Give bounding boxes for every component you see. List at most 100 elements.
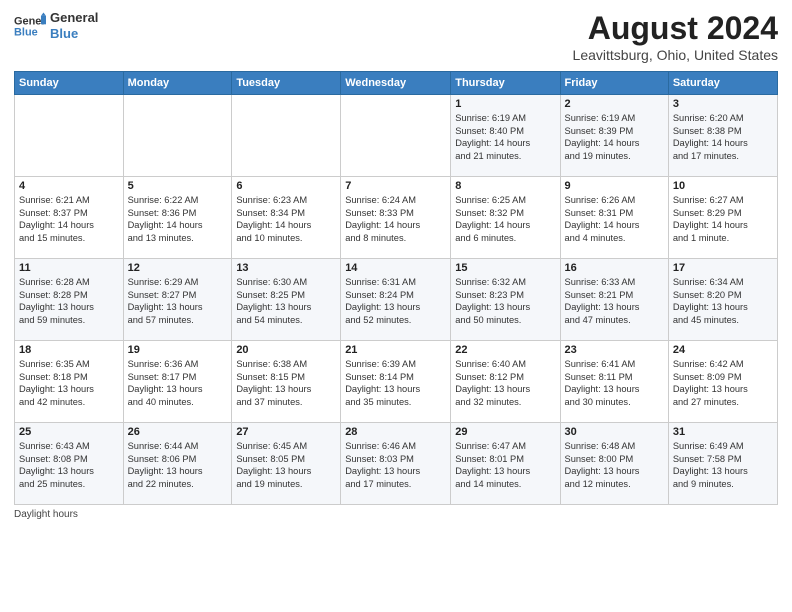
calendar-cell: 6Sunrise: 6:23 AM Sunset: 8:34 PM Daylig… [232,177,341,259]
calendar-table: SundayMondayTuesdayWednesdayThursdayFrid… [14,71,778,505]
calendar-cell: 11 Sunrise: 6:28 AM Sunset: 8:28 PM Dayli… [15,259,124,341]
calendar-cell: 29 Sunrise: 6:47 AM Sunset: 8:01 PM Dayli… [451,423,560,505]
day-info: Sunrise: 6:19 AM Sunset: 8:40 PM Dayligh… [455,112,555,162]
logo-line1: General [50,10,98,26]
calendar-cell: 27 Sunrise: 6:45 AM Sunset: 8:05 PM Dayli… [232,423,341,505]
day-info: Sunrise: 6:21 AM Sunset: 8:37 PM Dayligh… [19,194,119,244]
calendar-cell: 28Sunrise: 6:46 AM Sunset: 8:03 PM Dayli… [341,423,451,505]
day-info: Sunrise: 6:42 AM Sunset: 8:09 PM Dayligh… [673,358,773,408]
calendar-week-2: 4Sunrise: 6:21 AM Sunset: 8:37 PM Daylig… [15,177,778,259]
calendar-cell [232,95,341,177]
calendar-cell: 15 Sunrise: 6:32 AM Sunset: 8:23 PM Dayli… [451,259,560,341]
day-number: 8 [455,180,555,192]
day-info: Sunrise: 6:49 AM Sunset: 7:58 PM Dayligh… [673,440,773,490]
day-info: Sunrise: 6:36 AM Sunset: 8:17 PM Dayligh… [128,358,228,408]
day-info: Sunrise: 6:33 AM Sunset: 8:21 PM Dayligh… [565,276,664,326]
day-info: Sunrise: 6:22 AM Sunset: 8:36 PM Dayligh… [128,194,228,244]
footer-label: Daylight hours [14,509,78,520]
day-number: 10 [673,180,773,192]
day-number: 11 [19,262,119,274]
day-info: Sunrise: 6:44 AM Sunset: 8:06 PM Dayligh… [128,440,228,490]
day-number: 31 [673,426,773,438]
day-info: Sunrise: 6:46 AM Sunset: 8:03 PM Dayligh… [345,440,446,490]
day-info: Sunrise: 6:29 AM Sunset: 8:27 PM Dayligh… [128,276,228,326]
page-subtitle: Leavittsburg, Ohio, United States [573,47,778,63]
logo-icon: General Blue [14,12,46,40]
day-number: 13 [236,262,336,274]
day-number: 15 [455,262,555,274]
day-info: Sunrise: 6:23 AM Sunset: 8:34 PM Dayligh… [236,194,336,244]
header-monday: Monday [123,72,232,95]
day-number: 29 [455,426,555,438]
day-info: Sunrise: 6:41 AM Sunset: 8:11 PM Dayligh… [565,358,664,408]
day-number: 25 [19,426,119,438]
calendar-cell: 31 Sunrise: 6:49 AM Sunset: 7:58 PM Dayli… [668,423,777,505]
calendar-cell: 5Sunrise: 6:22 AM Sunset: 8:36 PM Daylig… [123,177,232,259]
day-info: Sunrise: 6:30 AM Sunset: 8:25 PM Dayligh… [236,276,336,326]
calendar-cell: 26 Sunrise: 6:44 AM Sunset: 8:06 PM Dayli… [123,423,232,505]
day-info: Sunrise: 6:47 AM Sunset: 8:01 PM Dayligh… [455,440,555,490]
calendar-cell: 22Sunrise: 6:40 AM Sunset: 8:12 PM Dayli… [451,341,560,423]
day-number: 26 [128,426,228,438]
day-number: 9 [565,180,664,192]
day-number: 24 [673,344,773,356]
calendar-cell: 14Sunrise: 6:31 AM Sunset: 8:24 PM Dayli… [341,259,451,341]
calendar-cell: 20 Sunrise: 6:38 AM Sunset: 8:15 PM Dayli… [232,341,341,423]
day-info: Sunrise: 6:45 AM Sunset: 8:05 PM Dayligh… [236,440,336,490]
page-container: General Blue General Blue August 2024 Le… [0,0,792,612]
day-number: 18 [19,344,119,356]
day-info: Sunrise: 6:27 AM Sunset: 8:29 PM Dayligh… [673,194,773,244]
day-info: Sunrise: 6:28 AM Sunset: 8:28 PM Dayligh… [19,276,119,326]
header-tuesday: Tuesday [232,72,341,95]
header-saturday: Saturday [668,72,777,95]
day-number: 19 [128,344,228,356]
day-number: 3 [673,98,773,110]
calendar-cell: 30 Sunrise: 6:48 AM Sunset: 8:00 PM Dayli… [560,423,668,505]
calendar-cell: 19 Sunrise: 6:36 AM Sunset: 8:17 PM Dayli… [123,341,232,423]
calendar-cell: 16 Sunrise: 6:33 AM Sunset: 8:21 PM Dayli… [560,259,668,341]
day-info: Sunrise: 6:32 AM Sunset: 8:23 PM Dayligh… [455,276,555,326]
calendar-cell: 1 Sunrise: 6:19 AM Sunset: 8:40 PM Daylig… [451,95,560,177]
calendar-week-4: 18 Sunrise: 6:35 AM Sunset: 8:18 PM Dayli… [15,341,778,423]
day-info: Sunrise: 6:24 AM Sunset: 8:33 PM Dayligh… [345,194,446,244]
calendar-header-row: SundayMondayTuesdayWednesdayThursdayFrid… [15,72,778,95]
day-number: 17 [673,262,773,274]
day-number: 30 [565,426,664,438]
calendar-cell: 21 Sunrise: 6:39 AM Sunset: 8:14 PM Dayli… [341,341,451,423]
logo-line2: Blue [50,26,98,42]
calendar-cell: 2 Sunrise: 6:19 AM Sunset: 8:39 PM Daylig… [560,95,668,177]
header-thursday: Thursday [451,72,560,95]
calendar-cell: 12 Sunrise: 6:29 AM Sunset: 8:27 PM Dayli… [123,259,232,341]
day-info: Sunrise: 6:38 AM Sunset: 8:15 PM Dayligh… [236,358,336,408]
day-number: 23 [565,344,664,356]
calendar-cell: 24 Sunrise: 6:42 AM Sunset: 8:09 PM Dayli… [668,341,777,423]
footer: Daylight hours [14,509,778,520]
calendar-cell: 23 Sunrise: 6:41 AM Sunset: 8:11 PM Dayli… [560,341,668,423]
calendar-cell: 10 Sunrise: 6:27 AM Sunset: 8:29 PM Dayli… [668,177,777,259]
calendar-week-3: 11 Sunrise: 6:28 AM Sunset: 8:28 PM Dayli… [15,259,778,341]
day-number: 22 [455,344,555,356]
title-block: August 2024 Leavittsburg, Ohio, United S… [573,10,778,63]
calendar-cell: 18 Sunrise: 6:35 AM Sunset: 8:18 PM Dayli… [15,341,124,423]
day-number: 2 [565,98,664,110]
day-number: 20 [236,344,336,356]
day-number: 12 [128,262,228,274]
day-number: 1 [455,98,555,110]
day-info: Sunrise: 6:35 AM Sunset: 8:18 PM Dayligh… [19,358,119,408]
day-info: Sunrise: 6:48 AM Sunset: 8:00 PM Dayligh… [565,440,664,490]
day-number: 16 [565,262,664,274]
day-number: 21 [345,344,446,356]
day-info: Sunrise: 6:19 AM Sunset: 8:39 PM Dayligh… [565,112,664,162]
calendar-cell: 7Sunrise: 6:24 AM Sunset: 8:33 PM Daylig… [341,177,451,259]
day-number: 14 [345,262,446,274]
day-info: Sunrise: 6:39 AM Sunset: 8:14 PM Dayligh… [345,358,446,408]
day-number: 27 [236,426,336,438]
day-info: Sunrise: 6:20 AM Sunset: 8:38 PM Dayligh… [673,112,773,162]
calendar-cell: 17Sunrise: 6:34 AM Sunset: 8:20 PM Dayli… [668,259,777,341]
day-info: Sunrise: 6:26 AM Sunset: 8:31 PM Dayligh… [565,194,664,244]
svg-text:Blue: Blue [14,26,38,38]
page-title: August 2024 [573,10,778,47]
calendar-cell: 8Sunrise: 6:25 AM Sunset: 8:32 PM Daylig… [451,177,560,259]
calendar-cell: 4Sunrise: 6:21 AM Sunset: 8:37 PM Daylig… [15,177,124,259]
day-info: Sunrise: 6:43 AM Sunset: 8:08 PM Dayligh… [19,440,119,490]
